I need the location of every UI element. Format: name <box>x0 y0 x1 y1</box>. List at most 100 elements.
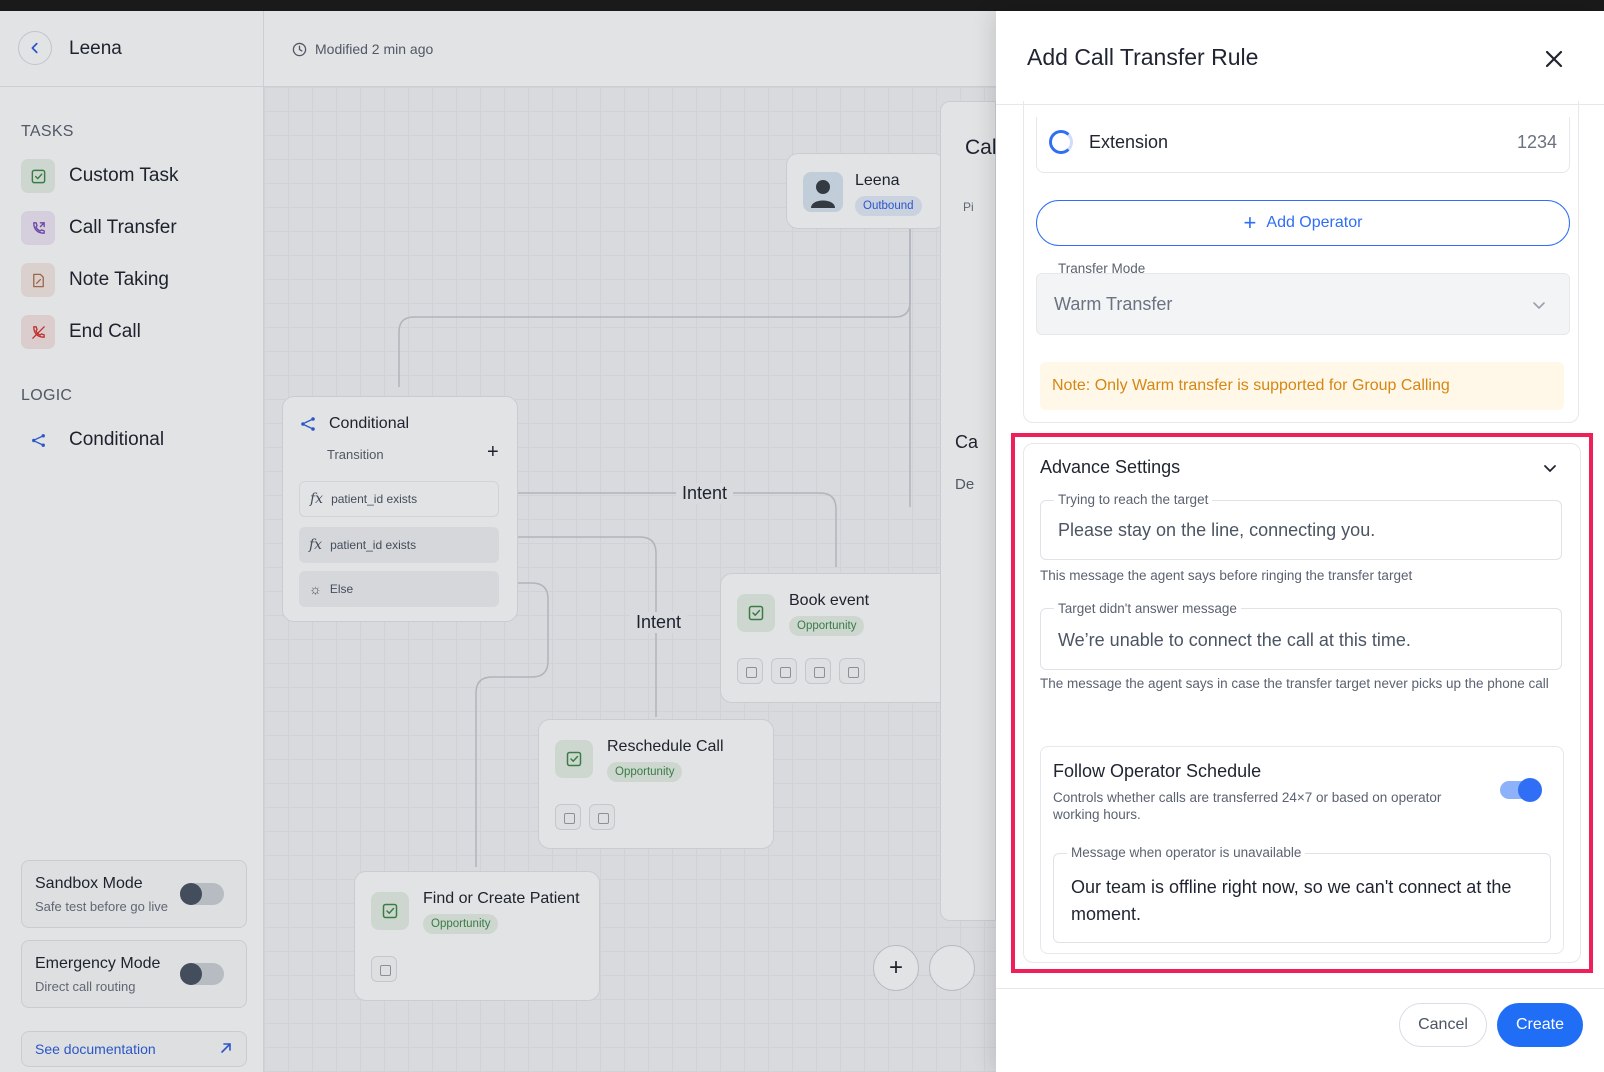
conditional-node[interactable]: Conditional Transition + fx patient_id e… <box>282 396 518 622</box>
node-title: Book event <box>789 592 870 609</box>
condition-row[interactable]: fx patient_id exists <box>299 527 499 563</box>
sidebar-item-end-call[interactable]: End Call <box>21 313 141 351</box>
node-action-icon[interactable] <box>737 658 763 684</box>
node-action-icon[interactable] <box>555 804 581 830</box>
condition-row[interactable]: ☼ Else <box>299 571 499 607</box>
emergency-mode-card: Emergency Mode Direct call routing <box>21 940 247 1008</box>
operator-schedule-subtitle: Controls whether calls are transferred 2… <box>1053 790 1442 822</box>
no-answer-help: The message the agent says in case the t… <box>1040 676 1549 691</box>
reach-target-label: Trying to reach the target <box>1054 492 1213 507</box>
panel-text-fragment: De <box>955 476 975 493</box>
edge-label-intent: Intent <box>676 483 734 504</box>
phone-off-icon <box>21 315 55 349</box>
note-icon <box>21 263 55 297</box>
sidebar-item-note-taking[interactable]: Note Taking <box>21 261 169 299</box>
person-icon <box>811 180 835 208</box>
modified-status: Modified 2 min ago <box>292 41 433 57</box>
operator-unavailable-message-value: Our team is offline right now, so we can… <box>1071 877 1512 924</box>
sidebar-item-custom-task[interactable]: Custom Task <box>21 157 178 195</box>
cancel-button[interactable]: Cancel <box>1399 1003 1487 1047</box>
check-square-icon <box>737 594 775 632</box>
check-square-icon <box>371 892 409 930</box>
loading-spinner-icon <box>1049 130 1073 154</box>
drawer-header: Add Call Transfer Rule <box>996 11 1604 105</box>
window-top-bar <box>0 0 1604 11</box>
workflow-editor: Leena Modified 2 min ago TASKS Custom Ta… <box>0 11 996 1072</box>
drawer-title: Add Call Transfer Rule <box>1027 44 1259 70</box>
tasks-section-label: TASKS <box>21 123 74 140</box>
canvas-control-button[interactable] <box>929 945 975 991</box>
edge-label-intent: Intent <box>630 612 688 633</box>
condition-row[interactable]: fx patient_id exists <box>299 481 499 517</box>
node-action-icon[interactable] <box>771 658 797 684</box>
modified-text: Modified 2 min ago <box>315 41 434 57</box>
reach-target-help: This message the agent says before ringi… <box>1040 568 1413 583</box>
operator-row-extension[interactable]: Extension 1234 <box>1036 117 1570 173</box>
no-answer-message-value: We’re unable to connect the call at this… <box>1058 630 1411 650</box>
clock-icon <box>292 42 307 56</box>
find-or-create-patient-node[interactable]: Find or Create Patient Opportunity <box>354 871 600 1001</box>
toggle-knob <box>180 883 202 905</box>
node-title: Reschedule Call <box>607 738 724 755</box>
sidebar-item-label: Note Taking <box>69 269 169 290</box>
node-action-icon[interactable] <box>371 956 397 982</box>
outbound-badge: Outbound <box>855 196 922 216</box>
sandbox-mode-card: Sandbox Mode Safe test before go live <box>21 860 247 928</box>
operator-schedule-title: Follow Operator Schedule <box>1053 761 1262 781</box>
sidebar-item-conditional[interactable]: Conditional <box>21 421 164 459</box>
agent-name: Leena <box>69 38 122 59</box>
panel-text-fragment: Pi <box>963 200 974 214</box>
chevron-down-icon[interactable] <box>1541 459 1559 477</box>
sun-icon: ☼ <box>309 581 322 597</box>
function-icon: fx <box>309 537 323 553</box>
app-header: Leena Modified 2 min ago <box>0 11 996 87</box>
add-node-button[interactable]: + <box>873 945 919 991</box>
add-operator-button[interactable]: + Add Operator <box>1036 200 1570 246</box>
operator-unavailable-label: Message when operator is unavailable <box>1067 845 1306 860</box>
node-action-icon[interactable] <box>839 658 865 684</box>
panel-heading-fragment: Cal <box>965 136 996 159</box>
sidebar-item-call-transfer[interactable]: Call Transfer <box>21 209 177 247</box>
panel-text-fragment: Ca <box>955 432 979 452</box>
add-transition-button[interactable]: + <box>487 441 499 464</box>
agent-node-name: Leena <box>855 172 900 189</box>
toggle-knob <box>180 963 202 985</box>
close-button[interactable] <box>1540 45 1568 73</box>
sandbox-mode-toggle[interactable] <box>180 883 224 905</box>
agent-node[interactable]: Leena Outbound <box>786 153 946 229</box>
follow-operator-schedule-toggle[interactable] <box>1500 778 1542 802</box>
advance-settings-title: Advance Settings <box>1040 457 1181 477</box>
emergency-mode-subtitle: Direct call routing <box>35 979 136 994</box>
operator-unavailable-message-input[interactable]: Our team is offline right now, so we can… <box>1053 853 1551 943</box>
plus-icon: + <box>1243 210 1257 235</box>
no-answer-message-input[interactable]: We’re unable to connect the call at this… <box>1040 608 1562 670</box>
sidebar-item-label: Custom Task <box>69 165 179 186</box>
emergency-mode-toggle[interactable] <box>180 963 224 985</box>
workflow-canvas[interactable]: Leena Outbound Conditional Transition + … <box>264 87 996 1072</box>
back-button[interactable] <box>18 31 52 65</box>
create-button[interactable]: Create <box>1497 1003 1583 1047</box>
sidebar-item-label: Call Transfer <box>69 217 177 238</box>
sandbox-mode-subtitle: Safe test before go live <box>35 899 168 914</box>
chevron-down-icon <box>1533 302 1545 310</box>
book-event-node[interactable]: Book event Opportunity <box>720 573 970 703</box>
conditional-node-title: Conditional <box>329 415 410 432</box>
node-action-icon[interactable] <box>805 658 831 684</box>
add-operator-label: Add Operator <box>1266 214 1363 231</box>
branch-icon <box>301 417 315 431</box>
no-answer-label: Target didn't answer message <box>1054 601 1241 616</box>
documentation-link-text: See documentation <box>35 1041 156 1057</box>
reschedule-call-node[interactable]: Reschedule Call Opportunity <box>538 719 774 849</box>
reach-target-message-input[interactable]: Please stay on the line, connecting you. <box>1040 500 1562 560</box>
transfer-mode-select[interactable]: Warm Transfer <box>1036 273 1570 335</box>
function-icon: fx <box>310 491 324 507</box>
opportunity-badge: Opportunity <box>789 616 865 636</box>
node-action-icon[interactable] <box>589 804 615 830</box>
condition-text: patient_id exists <box>330 538 417 552</box>
chevron-left-icon <box>31 42 38 54</box>
add-call-transfer-rule-drawer: Add Call Transfer Rule Extension 1234 + … <box>996 11 1604 1072</box>
opportunity-badge: Opportunity <box>423 914 499 934</box>
condition-text: patient_id exists <box>331 492 418 506</box>
see-documentation-link[interactable]: See documentation <box>21 1031 247 1067</box>
node-title: Find or Create Patient <box>423 890 580 907</box>
